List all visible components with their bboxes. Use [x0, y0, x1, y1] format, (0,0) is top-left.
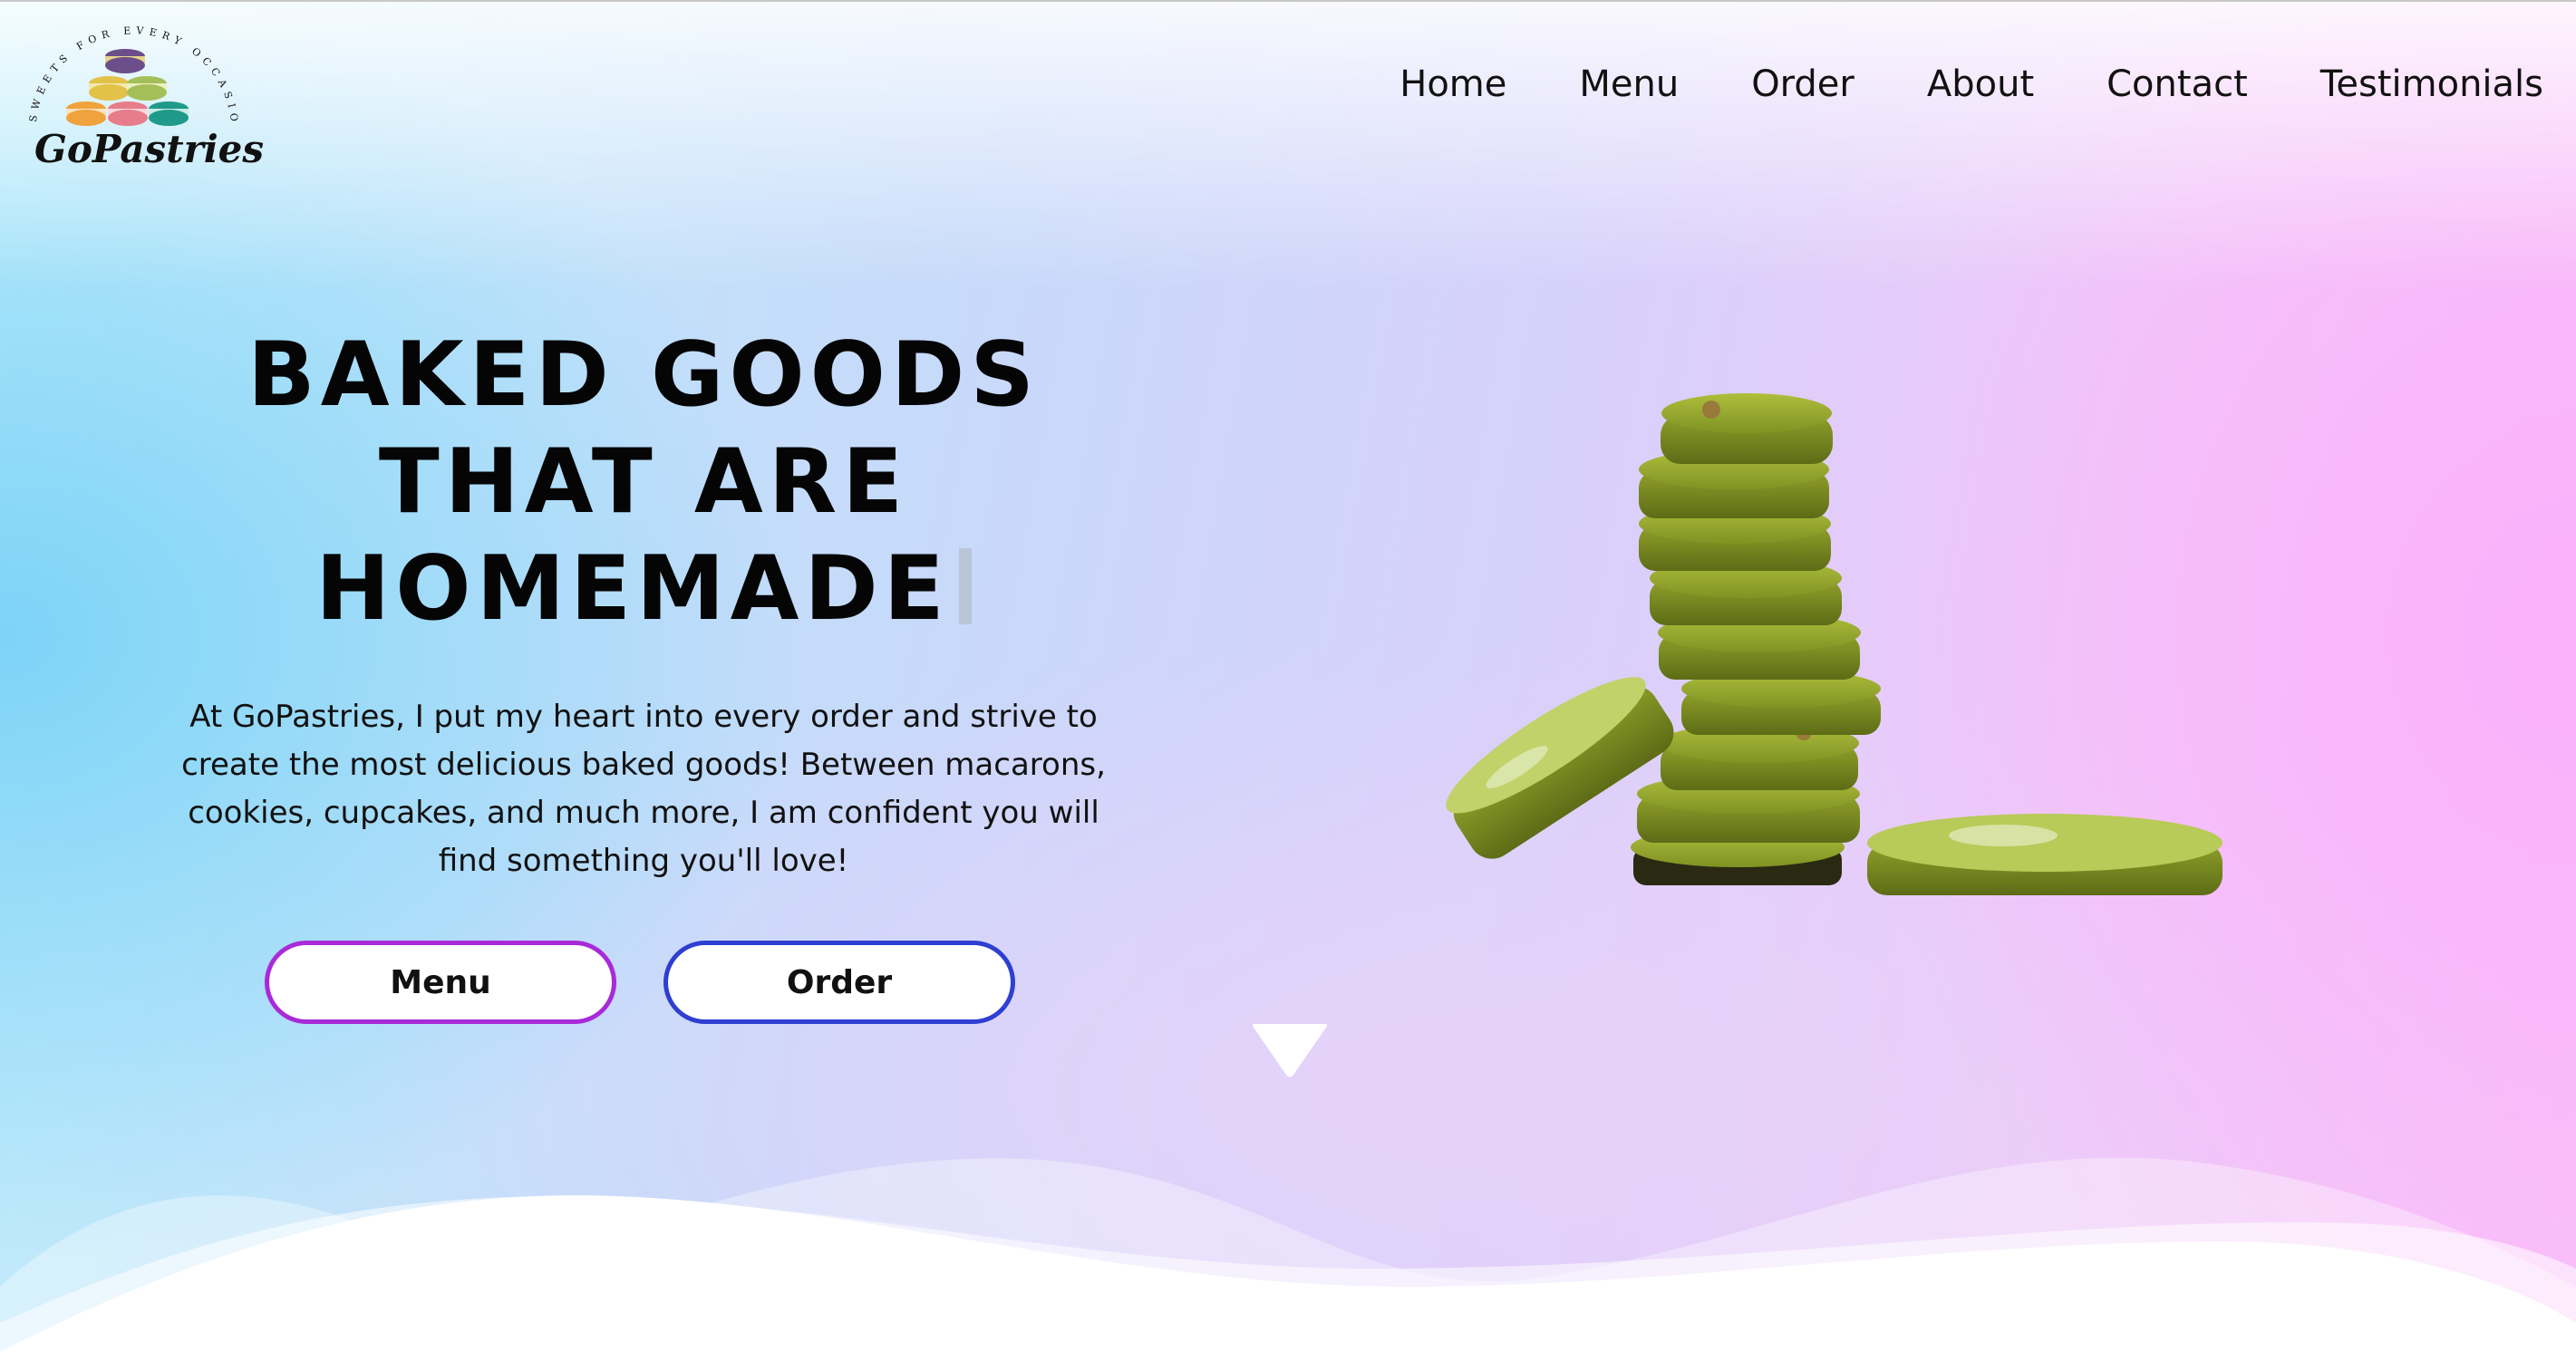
chevron-down-icon[interactable]: [1251, 1020, 1329, 1080]
menu-button[interactable]: Menu: [265, 941, 616, 1024]
nav-item-testimonials[interactable]: Testimonials: [2320, 63, 2543, 105]
hero-title-line-3: HOMEMADE: [315, 537, 950, 641]
nav-item-order[interactable]: Order: [1751, 63, 1855, 105]
typing-cursor: [958, 548, 972, 624]
brand-name: GoPastries: [34, 127, 265, 171]
matcha-cookies-image: [1446, 393, 2223, 895]
bottom-waves: [0, 1157, 2576, 1352]
order-button[interactable]: Order: [663, 941, 1015, 1024]
nav-item-menu[interactable]: Menu: [1579, 63, 1679, 105]
top-border: [0, 0, 2576, 2]
nav-item-about[interactable]: About: [1927, 63, 2034, 105]
main-nav: Home Menu Order About Contact Testimonia…: [1399, 63, 2543, 105]
hero-description: At GoPastries, I put my heart into every…: [181, 699, 1106, 879]
hero-title-line-2: THAT ARE: [378, 430, 909, 534]
nav-item-home[interactable]: Home: [1399, 63, 1506, 105]
landing-page: SWEETS FOR EVERY OCCASION GoPastries: [0, 0, 2576, 1352]
header-fade: [0, 0, 2576, 290]
logo[interactable]: SWEETS FOR EVERY OCCASION GoPastries: [2, 0, 264, 177]
nav-item-contact[interactable]: Contact: [2106, 63, 2248, 105]
hero-title-line-1: BAKED GOODS: [247, 324, 1040, 427]
hero-title-line-3-wrap: HOMEMADE: [190, 536, 1097, 642]
hero-title: BAKED GOODS THAT ARE HOMEMADE: [190, 322, 1097, 642]
